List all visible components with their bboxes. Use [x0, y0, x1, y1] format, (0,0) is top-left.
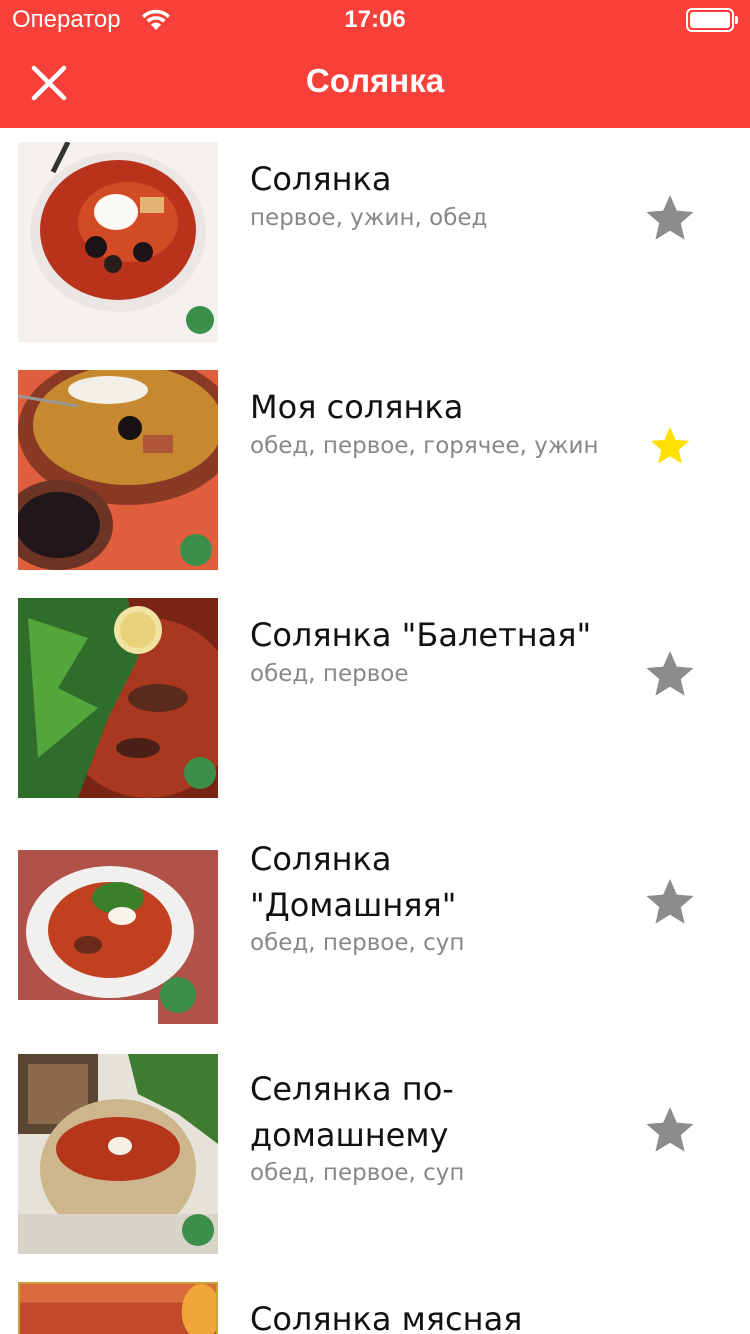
- star-icon[interactable]: [644, 1104, 696, 1156]
- recipe-image: [18, 850, 218, 1024]
- recipe-tags: обед, первое, горячее, ужин: [250, 433, 599, 459]
- recipe-row[interactable]: Солянка мясная: [0, 1282, 750, 1334]
- recipe-title-line: Солянка: [250, 840, 392, 878]
- recipe-image: [18, 370, 218, 570]
- recipe-row[interactable]: Солянка "Домашняя" обед, первое, суп: [0, 824, 750, 1054]
- star-icon[interactable]: [644, 420, 696, 472]
- star-icon[interactable]: [644, 192, 696, 244]
- recipe-row[interactable]: Селянка по- домашнему обед, первое, суп: [0, 1054, 750, 1282]
- recipe-image: [18, 142, 218, 342]
- recipe-row[interactable]: Солянка "Балетная" обед, первое: [0, 584, 750, 824]
- page-title: Солянка: [305, 62, 445, 99]
- star-icon[interactable]: [644, 648, 696, 700]
- navigation-bar: Солянка: [0, 40, 750, 128]
- recipe-title: Солянка мясная: [250, 1300, 523, 1334]
- recipe-tags: обед, первое: [250, 661, 409, 687]
- recipe-title-line: Селянка по-: [250, 1070, 454, 1108]
- recipe-tags: первое, ужин, обед: [250, 205, 488, 231]
- recipe-title: Солянка: [250, 160, 392, 198]
- recipe-title: Моя солянка: [250, 388, 464, 426]
- app-header: Оператор 17:06 Солянка: [0, 0, 750, 128]
- recipe-row[interactable]: Моя солянка обед, первое, горячее, ужин: [0, 356, 750, 584]
- recipe-image: [18, 1054, 218, 1254]
- recipe-title: Селянка по- домашнему: [250, 1066, 630, 1158]
- status-bar: Оператор 17:06: [0, 0, 750, 40]
- battery-icon: [686, 8, 738, 32]
- recipe-tags: обед, первое, суп: [250, 1160, 465, 1186]
- status-time: 17:06: [344, 6, 406, 33]
- star-icon[interactable]: [644, 876, 696, 928]
- recipe-image: [18, 1282, 218, 1334]
- recipe-title-line: домашнему: [250, 1116, 449, 1154]
- recipe-list[interactable]: Солянка первое, ужин, обед Моя солянка о…: [0, 128, 750, 1334]
- recipe-title: Солянка "Домашняя": [250, 836, 630, 928]
- recipe-title-line: "Домашняя": [250, 886, 457, 924]
- recipe-row[interactable]: Солянка первое, ужин, обед: [0, 128, 750, 356]
- recipe-image: [18, 598, 218, 798]
- recipe-title: Солянка "Балетная": [250, 616, 592, 654]
- recipe-tags: обед, первое, суп: [250, 930, 465, 956]
